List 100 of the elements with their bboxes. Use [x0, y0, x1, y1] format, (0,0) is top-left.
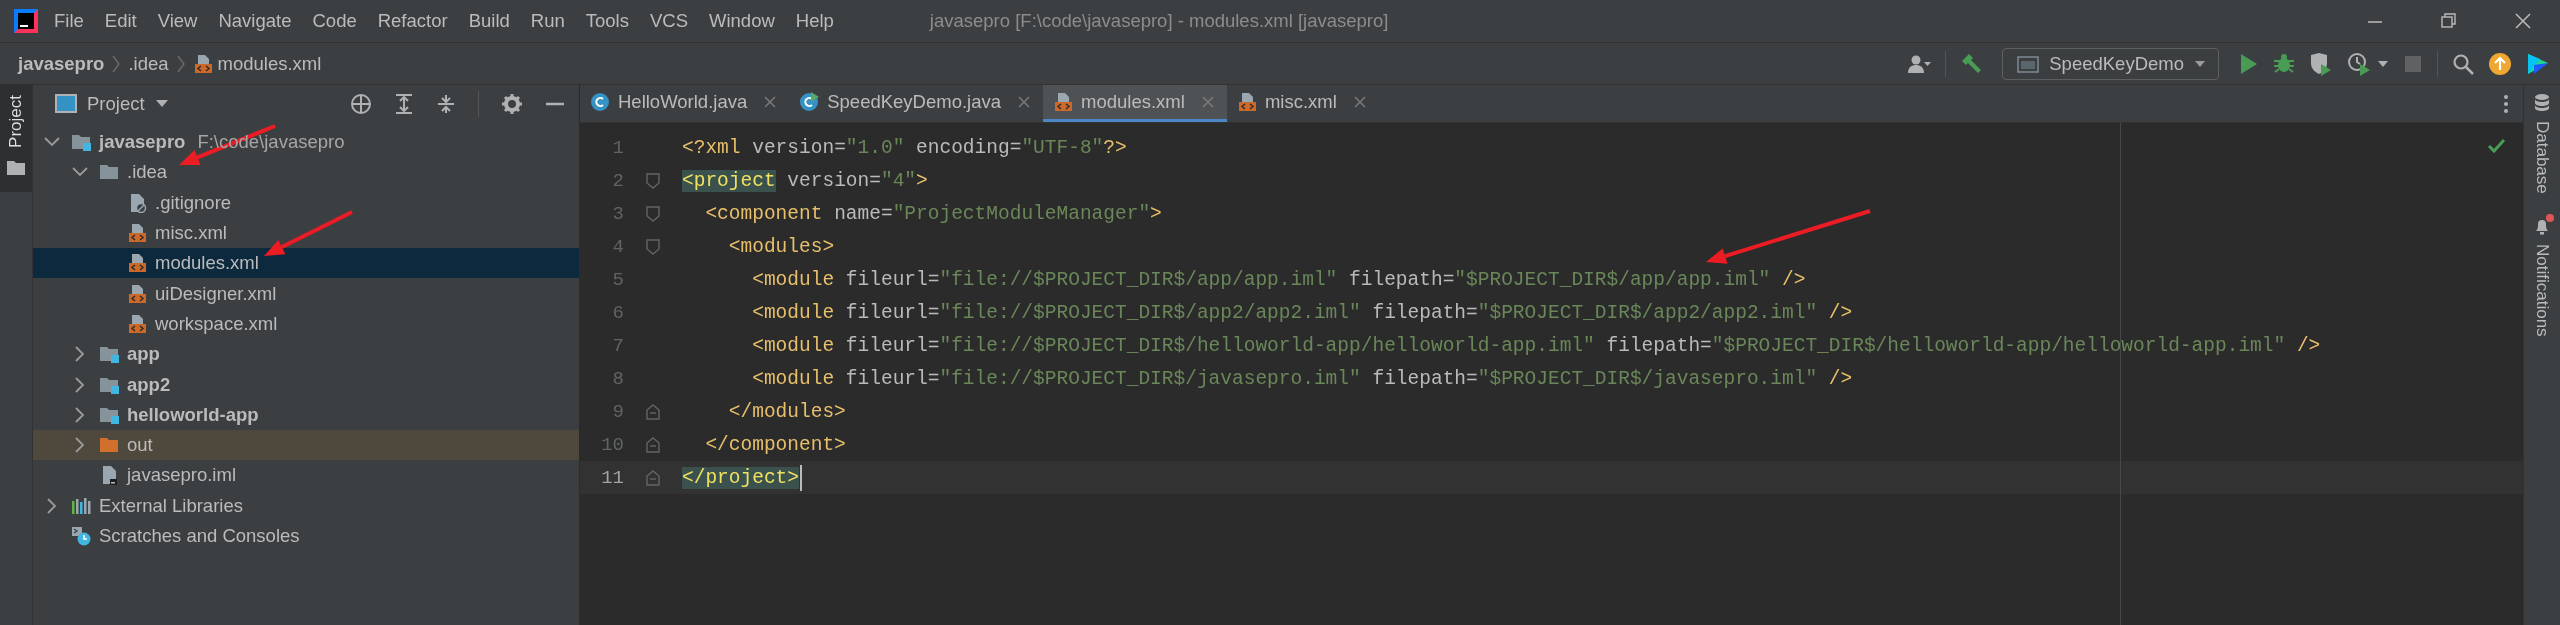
- tool-window-tab[interactable]: Notifications: [2532, 215, 2552, 337]
- menu-item[interactable]: Build: [468, 10, 510, 32]
- runnable-class-icon: [799, 92, 820, 112]
- tree-item[interactable]: .gitignore: [33, 187, 579, 218]
- fold-marker-icon[interactable]: [646, 436, 660, 453]
- fold-marker-icon[interactable]: [646, 172, 660, 189]
- editor-tab[interactable]: SpeedKeyDemo.java: [789, 85, 1044, 122]
- app-logo-icon[interactable]: [14, 9, 38, 33]
- xml-file-icon: [127, 253, 147, 274]
- menu-item[interactable]: Navigate: [218, 10, 292, 32]
- update-icon[interactable]: [2488, 51, 2512, 76]
- check-icon: [2487, 137, 2507, 155]
- code-line: </modules>: [727, 400, 846, 423]
- close-icon[interactable]: [763, 95, 778, 109]
- caret-down-icon: [2194, 59, 2206, 68]
- code-line: <component name="ProjectModuleManager">: [704, 202, 1162, 225]
- tree-item[interactable]: app2: [33, 369, 579, 400]
- line-number: 7: [611, 334, 624, 357]
- more-icon[interactable]: [2503, 93, 2509, 114]
- xml-file-icon: [1053, 92, 1074, 112]
- expand-all-icon[interactable]: [394, 92, 414, 115]
- caret-down-icon[interactable]: [154, 99, 169, 108]
- scratch-clock-icon: [71, 526, 91, 546]
- caret-down-icon: [2377, 59, 2389, 68]
- tree-item[interactable]: Scratches and Consoles: [33, 520, 579, 552]
- panel-title[interactable]: Project: [87, 92, 145, 115]
- line-number: 4: [611, 235, 624, 258]
- code-line: </component>: [704, 433, 846, 456]
- fold-marker-icon[interactable]: [646, 403, 660, 420]
- close-icon[interactable]: [1017, 95, 1032, 109]
- close-icon[interactable]: [1352, 95, 1367, 109]
- tree-item[interactable]: out: [33, 429, 579, 461]
- xml-file-icon: [127, 313, 147, 334]
- xml-file-icon: [127, 283, 147, 304]
- fold-marker-icon[interactable]: [646, 238, 660, 255]
- menu-item[interactable]: View: [157, 10, 198, 32]
- menu-item[interactable]: Code: [312, 10, 357, 32]
- tree-item[interactable]: misc.xml: [33, 217, 579, 249]
- editor-tab[interactable]: HelloWorld.java: [580, 85, 790, 122]
- menu-item[interactable]: Window: [709, 10, 775, 32]
- menu-item[interactable]: Tools: [585, 10, 629, 32]
- tree-item[interactable]: .idea: [33, 157, 579, 188]
- tree-item[interactable]: modules.xml: [33, 248, 579, 279]
- breadcrumb-item[interactable]: javasepro: [18, 52, 105, 75]
- restore-icon[interactable]: [2440, 12, 2458, 30]
- xml-file-icon: [127, 223, 147, 244]
- breadcrumb-item[interactable]: .idea: [128, 52, 169, 75]
- xml-file-icon: [1236, 92, 1257, 112]
- code-line: <module fileurl="file://$PROJECT_DIR$/app2/app2.iml" filepath="$PROJECT_DIR$/app2/app2.iml" />: [751, 301, 1853, 324]
- code-line: <?xml version="1.0" encoding="UTF-8"?>: [682, 136, 1127, 159]
- coverage-icon[interactable]: [2309, 51, 2333, 76]
- breadcrumb-item[interactable]: modules.xml: [192, 52, 322, 75]
- tree-item[interactable]: javasepro.iml: [33, 460, 579, 491]
- line-number: 10: [600, 433, 624, 456]
- editor-tab[interactable]: misc.xml: [1226, 85, 1379, 122]
- tree-item[interactable]: uiDesigner.xml: [33, 278, 579, 309]
- module-folder-icon: [99, 344, 119, 365]
- window-icon: [2017, 53, 2040, 74]
- menu-item[interactable]: Edit: [104, 10, 137, 32]
- tree-item[interactable]: workspace.xml: [33, 308, 579, 340]
- database-icon: [2532, 93, 2552, 113]
- menu-item[interactable]: Run: [530, 10, 565, 32]
- menu-item[interactable]: File: [54, 10, 84, 32]
- module-folder-icon: [71, 132, 91, 153]
- fold-marker-icon[interactable]: [646, 469, 660, 486]
- line-number: 8: [611, 367, 624, 390]
- search-icon[interactable]: [2452, 52, 2474, 75]
- code-line: <module fileurl="file://$PROJECT_DIR$/helloworld-app/helloworld-app.iml" filepath="$PROJECT_DIR$/helloworld-app/helloworld-app.iml" />: [751, 334, 2321, 357]
- line-number: 6: [611, 301, 624, 324]
- settings-icon[interactable]: [501, 92, 523, 115]
- fold-marker-icon[interactable]: [646, 205, 660, 222]
- menu-item[interactable]: VCS: [649, 10, 688, 32]
- text-caret: [800, 464, 803, 491]
- code-line: <project version="4">: [682, 169, 928, 192]
- tree-item[interactable]: app: [33, 339, 579, 370]
- code-line: <modules>: [727, 235, 835, 258]
- close-icon[interactable]: [2514, 12, 2532, 30]
- tree-item[interactable]: External Libraries: [33, 490, 579, 521]
- code-line: <module fileurl="file://$PROJECT_DIR$/javasepro.iml" filepath="$PROJECT_DIR$/javasepro.iml" />: [751, 367, 1853, 390]
- window-title: javasepro [F:\code\javasepro] - modules.xml [javasepro]: [929, 10, 1389, 32]
- bug-icon[interactable]: [2273, 51, 2295, 76]
- toolbox-logo-icon[interactable]: [2526, 51, 2550, 76]
- line-number: 3: [611, 202, 624, 225]
- code-line: <module fileurl="file://$PROJECT_DIR$/app/app.iml" filepath="$PROJECT_DIR$/app/app.iml" />: [751, 268, 1806, 291]
- profiler-icon[interactable]: [2347, 51, 2371, 76]
- line-number: 11: [600, 466, 624, 489]
- editor-tab[interactable]: modules.xml: [1043, 85, 1227, 122]
- class-icon: [590, 92, 610, 112]
- menu-item[interactable]: Help: [795, 10, 834, 32]
- collapse-all-icon[interactable]: [436, 92, 456, 115]
- run-configuration-dropdown[interactable]: SpeedKeyDemo: [2002, 47, 2219, 80]
- tree-item[interactable]: helloworld-app: [33, 399, 579, 430]
- line-number: 5: [611, 268, 624, 291]
- menu-item[interactable]: Refactor: [377, 10, 448, 32]
- tool-window-tab[interactable]: Project: [0, 85, 32, 192]
- tool-window-tab[interactable]: Database: [2532, 93, 2552, 194]
- library-icon: [71, 495, 91, 516]
- panel-icon: [55, 93, 77, 114]
- locate-icon[interactable]: [350, 92, 372, 115]
- xml-file-icon: [192, 53, 213, 74]
